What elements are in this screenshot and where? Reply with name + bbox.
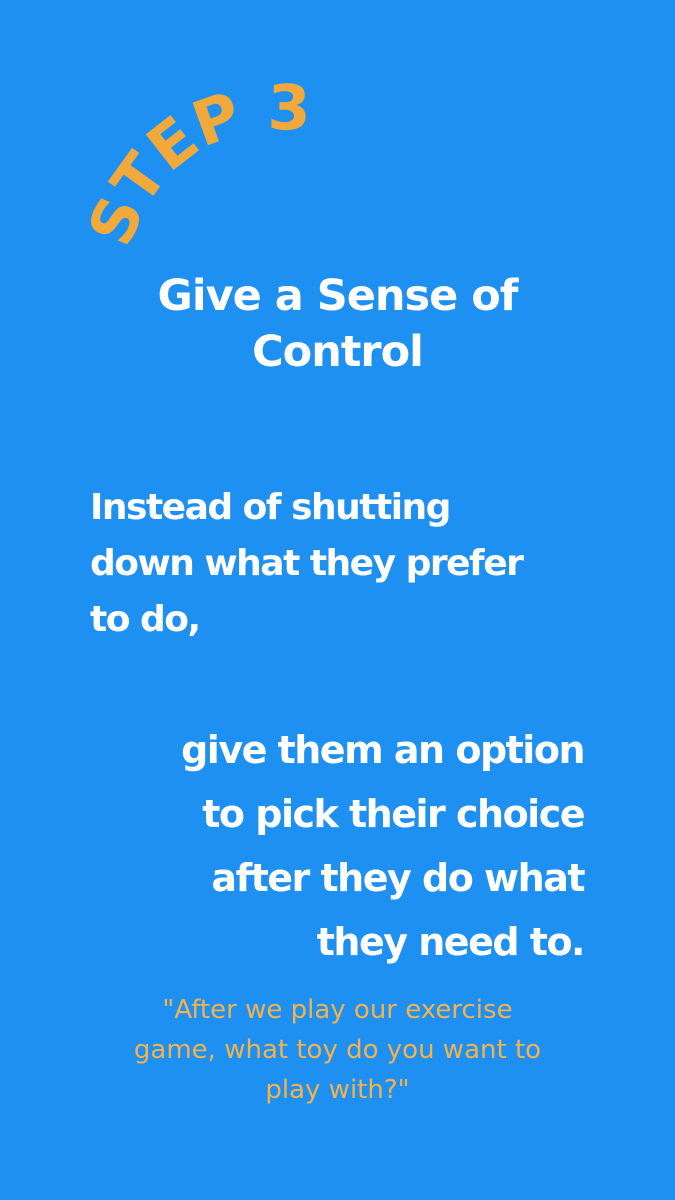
- advice-line: give them an option: [181, 728, 585, 772]
- intro-text: Instead of shutting down what they prefe…: [90, 480, 590, 648]
- step-label: STEP 3: [74, 71, 311, 255]
- advice-line: after they do what: [211, 856, 585, 900]
- step-label-text: STEP 3: [74, 71, 311, 255]
- advice-line: to pick their choice: [202, 792, 585, 836]
- step-label-arc: STEP 3: [74, 71, 311, 255]
- intro-line: down what they prefer: [90, 543, 524, 584]
- example-quote: "After we play our exercise game, what t…: [90, 990, 585, 1110]
- quote-line: game, what toy do you want to: [133, 1035, 542, 1065]
- intro-line: to do,: [90, 599, 201, 640]
- title-line: Control: [252, 327, 424, 377]
- title-line: Give a Sense of: [157, 271, 519, 321]
- intro-line: Instead of shutting: [90, 487, 451, 528]
- quote-line: "After we play our exercise: [162, 995, 513, 1025]
- page-title: Give a Sense of Control: [100, 268, 575, 380]
- advice-line: they need to.: [316, 920, 586, 964]
- advice-text: give them an option to pick their choice…: [110, 718, 586, 974]
- quote-line: play with?": [265, 1075, 410, 1105]
